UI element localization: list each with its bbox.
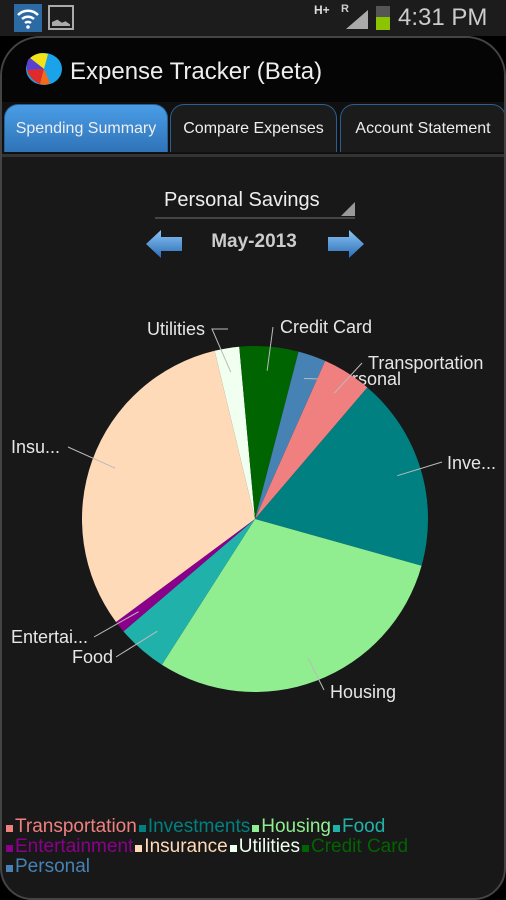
legend-item: Entertainment: [6, 837, 133, 857]
app-title: Expense Tracker (Beta): [70, 58, 323, 85]
slice-label: Entertai...: [11, 627, 88, 647]
slice-label: Inve...: [447, 453, 496, 473]
legend-swatch: [252, 825, 260, 832]
image-notification-icon: [48, 5, 74, 30]
slice-label: Utilities: [147, 319, 205, 339]
clock: 4:31 PM: [398, 4, 488, 31]
legend-item: Insurance: [135, 836, 228, 857]
legend-swatch: [301, 845, 309, 852]
slice-label: Insu...: [11, 437, 60, 457]
legend-item: Transportation: [6, 817, 137, 837]
app-window: Expense Tracker (Beta) Spending Summary …: [0, 36, 506, 900]
legend-label: Food: [341, 816, 386, 837]
legend-item: Credit Card: [301, 836, 409, 857]
legend-label: Insurance: [144, 836, 228, 857]
slice-label: Credit Card: [280, 317, 372, 337]
legend-label: Transportation: [15, 816, 137, 837]
legend-item: Food: [332, 816, 386, 837]
slice-label: Food: [72, 647, 113, 667]
legend-label: Personal: [15, 856, 90, 877]
legend-item: Housing: [252, 817, 331, 837]
legend-swatch: [229, 845, 237, 852]
legend-item: Personal: [6, 857, 90, 877]
tab-bar: Spending Summary Compare Expenses Accoun…: [2, 102, 504, 154]
app-titlebar: Expense Tracker (Beta): [2, 38, 504, 102]
slice-label: Transportation: [368, 353, 483, 373]
spending-summary-panel: Personal Savings May-2013 Utilities Credi…: [2, 154, 504, 898]
signal-icon: [346, 10, 368, 29]
legend-swatch: [138, 825, 146, 832]
legend-label: Entertainment: [15, 836, 134, 857]
legend-item: Investments: [138, 816, 251, 837]
battery-icon: [376, 6, 390, 30]
tab-account-statement[interactable]: Account Statement: [340, 104, 504, 152]
slice-label: Housing: [330, 682, 396, 702]
roaming-indicator: R: [341, 3, 349, 15]
legend-item: Utilities: [229, 836, 300, 857]
legend-swatch: [6, 845, 13, 852]
app-logo-icon: [26, 53, 62, 85]
tab-compare-expenses[interactable]: Compare Expenses: [170, 104, 337, 152]
network-type: H+: [314, 3, 330, 17]
legend-swatch: [6, 825, 13, 832]
legend-swatch: [332, 825, 340, 832]
expense-pie-chart: Utilities Credit CardPersonalTransportati…: [11, 317, 496, 702]
status-bar: H+ R 4:31 PM: [0, 0, 506, 36]
chart-legend: Transportation Investments Housing Food Ente…: [6, 817, 496, 877]
legend-label: Utilities: [238, 836, 300, 857]
tab-spending-summary[interactable]: Spending Summary: [4, 104, 168, 152]
legend-label: Credit Card: [310, 836, 409, 857]
legend-label: Investments: [147, 816, 251, 837]
legend-swatch: [6, 865, 13, 872]
legend-label: Housing: [261, 816, 331, 837]
legend-swatch: [135, 845, 143, 852]
wifi-icon: [14, 4, 42, 32]
